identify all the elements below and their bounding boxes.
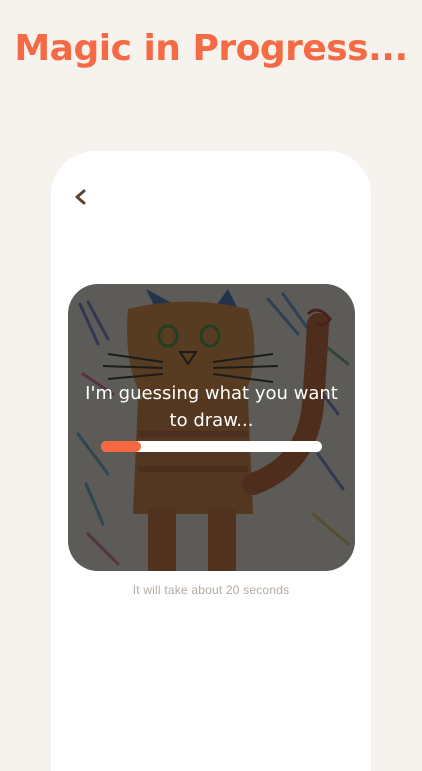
drawing-preview-card: I'm guessing what you want to draw... bbox=[68, 284, 355, 571]
phone-screen: I'm guessing what you want to draw... It… bbox=[51, 151, 371, 771]
progress-bar bbox=[101, 441, 322, 452]
back-button[interactable] bbox=[69, 185, 93, 209]
chevron-left-icon bbox=[75, 189, 86, 205]
status-message: I'm guessing what you want to draw... bbox=[85, 383, 338, 431]
loading-overlay: I'm guessing what you want to draw... bbox=[68, 284, 355, 571]
progress-bar-fill bbox=[101, 441, 141, 452]
eta-text: It will take about 20 seconds bbox=[132, 583, 290, 597]
headline: Magic in Progress... bbox=[14, 28, 408, 69]
